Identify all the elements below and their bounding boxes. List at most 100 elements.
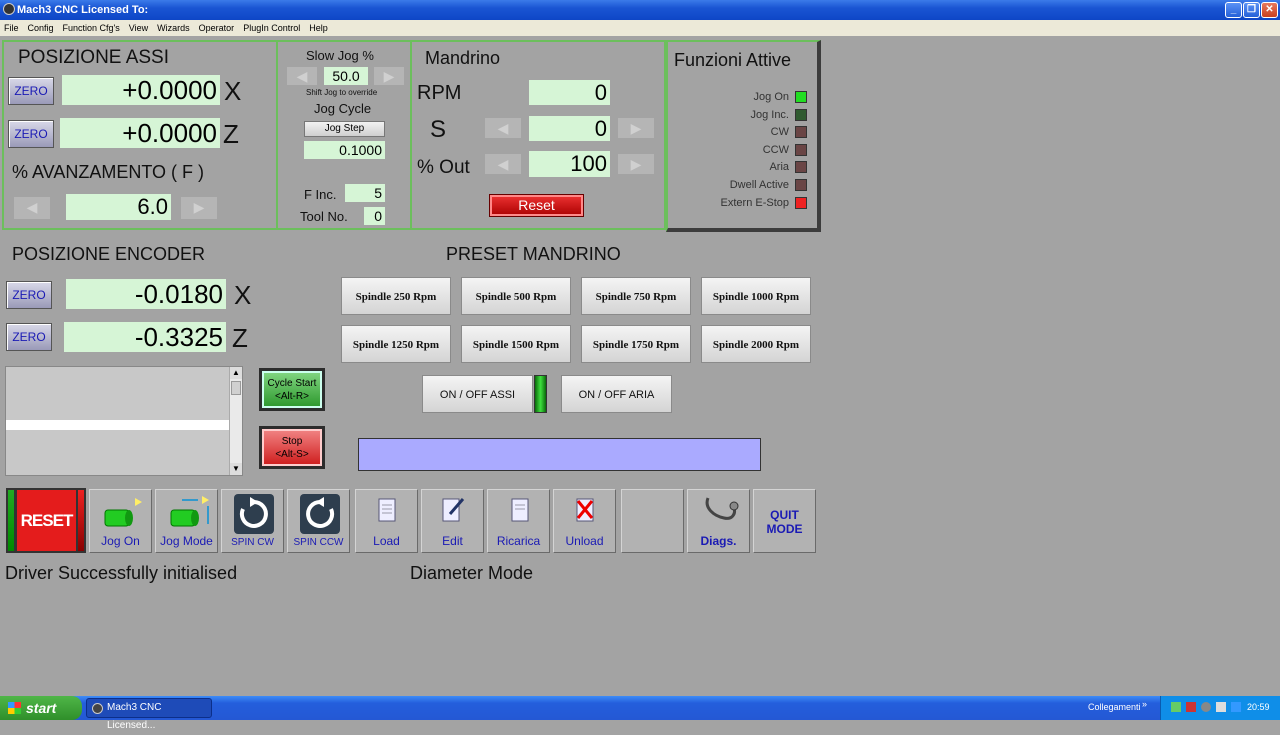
title-bar[interactable]: Mach3 CNC Licensed To: _ ❐ ✕ [0,0,1280,20]
maximize-button[interactable]: ❐ [1243,2,1260,18]
gcode-list[interactable]: ▲ ▼ [5,366,243,476]
quit-mode-button[interactable]: QUIT MODE [753,489,816,553]
scroll-down-button[interactable]: ▼ [230,463,242,475]
air-toggle-button[interactable]: ON / OFF ARIA [561,375,672,413]
spin-ccw-icon [300,494,340,534]
menu-view[interactable]: View [129,23,148,33]
menu-help[interactable]: Help [309,23,328,33]
edit-button[interactable]: Edit [421,489,484,553]
spindle-500-button[interactable]: Spindle 500 Rpm [461,277,571,315]
slow-jog-increase-button[interactable]: ▶ [374,67,404,85]
spindle-750-button[interactable]: Spindle 750 Rpm [581,277,691,315]
led-aria: Aria [680,161,807,173]
f-inc-label: F Inc. [304,187,337,202]
spindle-1250-button[interactable]: Spindle 1250 Rpm [341,325,451,363]
spindle-1750-button[interactable]: Spindle 1750 Rpm [581,325,691,363]
links-toolbar[interactable]: Collegamenti [1088,702,1141,712]
menu-function-cfgs[interactable]: Function Cfg's [63,23,120,33]
reload-button[interactable]: Ricarica [487,489,550,553]
empty-toolbar-button[interactable] [621,489,684,553]
spin-cw-button[interactable]: SPIN CW [221,489,284,553]
jog-step-button[interactable]: Jog Step [304,121,385,137]
tray-volume-icon[interactable] [1216,702,1226,712]
spindle-reset-button[interactable]: Reset [489,194,584,217]
menu-plugin-control[interactable]: PlugIn Control [243,23,300,33]
jog-on-label: Jog On [101,534,140,548]
tool-number-readout[interactable]: 0 [364,207,385,225]
minimize-button[interactable]: _ [1225,2,1242,18]
cycle-start-button[interactable]: Cycle Start <Alt-R> [259,368,325,411]
jog-cylinder-icon [104,498,142,527]
spindle-speed-increase-button[interactable]: ▶ [618,118,654,138]
slow-jog-decrease-button[interactable]: ◀ [287,67,317,85]
taskbar-item-mach3[interactable]: Mach3 CNC Licensed... [86,698,212,731]
spindle-speed-readout[interactable]: 0 [529,116,610,141]
spindle-override-increase-button[interactable]: ▶ [618,154,654,174]
scroll-thumb[interactable] [231,381,241,395]
f-inc-readout[interactable]: 5 [345,184,385,202]
spindle-override-label: % Out [417,157,470,178]
spindle-2000-button[interactable]: Spindle 2000 Rpm [701,325,811,363]
menu-file[interactable]: File [4,23,19,33]
diags-button[interactable]: Diags. [687,489,750,553]
spindle-title: Mandrino [425,48,501,68]
start-button[interactable]: start [0,696,82,720]
zero-encoder-z-button[interactable]: ZERO [6,323,52,351]
z-position-readout[interactable]: +0.0000 [60,118,220,148]
spindle-speed-decrease-button[interactable]: ◀ [485,118,521,138]
feed-decrease-button[interactable]: ◀ [14,197,50,219]
tray-network-icon[interactable] [1171,702,1181,712]
close-button[interactable]: ✕ [1261,2,1278,18]
spindle-override-readout[interactable]: 100 [529,151,610,177]
stop-button[interactable]: Stop <Alt-S> [259,426,325,469]
load-button[interactable]: Load [355,489,418,553]
spindle-1500-button[interactable]: Spindle 1500 Rpm [461,325,571,363]
spindle-speed-label: S [430,116,447,143]
encoder-z-readout[interactable]: -0.3325 [64,322,226,352]
start-label: start [26,700,57,716]
feed-increase-button[interactable]: ▶ [181,197,217,219]
gcode-scrollbar[interactable]: ▲ ▼ [229,367,242,475]
menu-config[interactable]: Config [28,23,54,33]
jog-on-button[interactable]: Jog On [89,489,152,553]
encoder-x-readout[interactable]: -0.0180 [66,279,226,309]
cycle-start-shortcut: <Alt-R> [275,391,309,402]
jog-mode-label: Jog Mode [160,534,213,548]
links-expand-icon[interactable]: » [1142,699,1147,709]
taskbar: start Mach3 CNC Licensed... Collegamenti… [0,696,1280,731]
unload-document-icon [576,498,594,522]
edit-document-icon [442,498,465,522]
system-tray: 20:59 [1160,696,1280,720]
zero-encoder-x-button[interactable]: ZERO [6,281,52,309]
tray-clock[interactable]: 20:59 [1247,702,1270,712]
spin-ccw-button[interactable]: SPIN CCW [287,489,350,553]
led-extern-estop: Extern E-Stop [680,197,807,209]
menu-operator[interactable]: Operator [199,23,235,33]
spindle-250-button[interactable]: Spindle 250 Rpm [341,277,451,315]
slow-jog-readout[interactable]: 50.0 [324,67,368,85]
reset-right-indicator [78,490,84,551]
feed-rate-readout[interactable]: 6.0 [66,194,171,220]
spindle-override-decrease-button[interactable]: ◀ [485,154,521,174]
x-position-readout[interactable]: +0.0000 [62,75,220,105]
menu-wizards[interactable]: Wizards [157,23,190,33]
scroll-up-button[interactable]: ▲ [230,367,242,379]
led-dwell-active: Dwell Active [680,179,807,191]
encoder-x-axis-label: X [234,280,252,310]
tray-update-icon[interactable] [1201,702,1211,712]
preset-title: PRESET MANDRINO [446,244,621,264]
cw-led [795,126,807,138]
axes-toggle-button[interactable]: ON / OFF ASSI [422,375,533,413]
jog-mode-button[interactable]: Jog Mode [155,489,218,553]
reset-button[interactable]: RESET [6,488,86,553]
spindle-1000-button[interactable]: Spindle 1000 Rpm [701,277,811,315]
tray-display-icon[interactable] [1231,702,1241,712]
unload-button[interactable]: Unload [553,489,616,553]
zero-z-button[interactable]: ZERO [8,120,54,148]
extern-estop-led [795,197,807,209]
tray-security-icon[interactable] [1186,702,1196,712]
jog-step-readout[interactable]: 0.1000 [304,141,385,159]
rpm-readout[interactable]: 0 [529,80,610,105]
zero-x-button[interactable]: ZERO [8,77,54,105]
shift-jog-hint: Shift Jog to override [306,88,378,97]
